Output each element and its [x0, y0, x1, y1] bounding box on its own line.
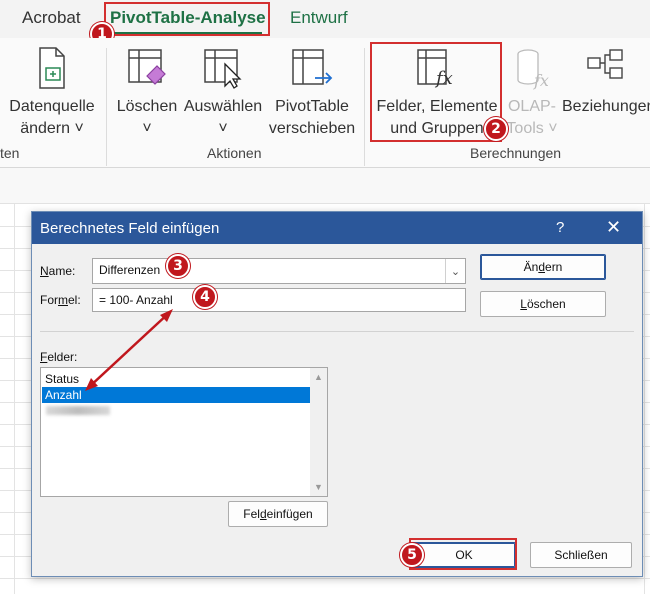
annotation-arrow — [85, 309, 173, 391]
